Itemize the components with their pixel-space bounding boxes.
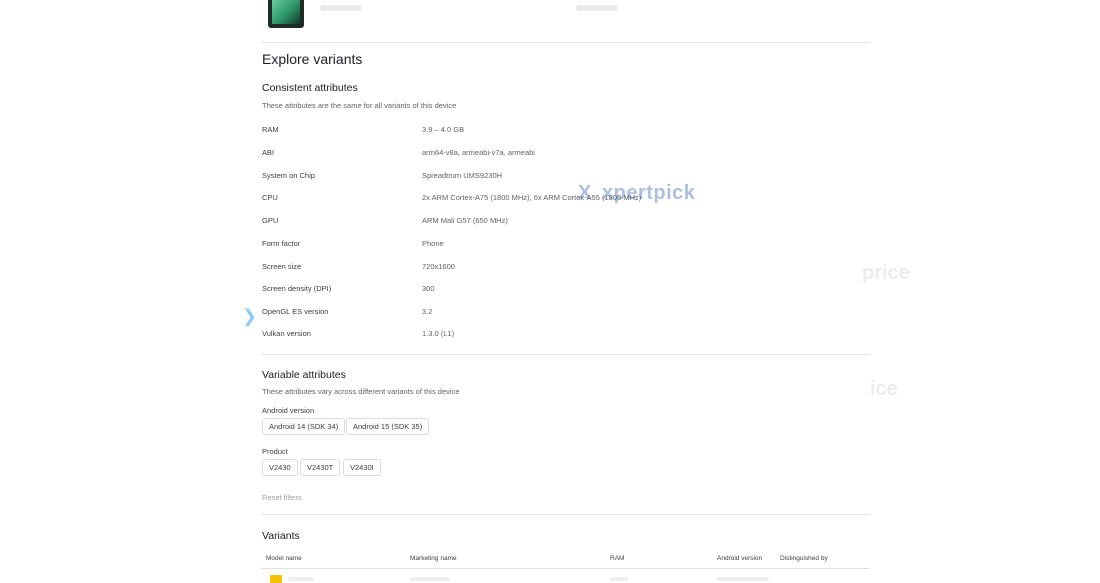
device-name-placeholder	[320, 5, 362, 11]
variant-row-placeholder	[410, 577, 450, 581]
table-header-divider	[262, 568, 870, 569]
attr-key: CPU	[262, 193, 278, 202]
attr-row-ram: RAM 3.9 – 4.0 GB	[262, 125, 862, 141]
device-screen-image	[272, 0, 300, 24]
attr-value: Spreadtrum UMS9230H	[422, 171, 503, 180]
device-thumbnail	[268, 0, 304, 28]
chevron-right-icon[interactable]: ❯	[242, 306, 257, 327]
chip-android-14[interactable]: Android 14 (SDK 34)	[262, 418, 346, 435]
attr-row-screen-size: Screen size 720x1600	[262, 262, 862, 278]
attr-row-form-factor: Form factor Phone	[262, 239, 862, 255]
column-header-marketing-name[interactable]: Marketing name	[410, 555, 457, 562]
watermark-ghost-ice: ice	[870, 378, 898, 400]
column-header-model-name[interactable]: Model name	[266, 555, 302, 562]
product-label: Product	[262, 447, 288, 456]
chip-product-v2430t[interactable]: V2430T	[300, 459, 341, 476]
chip-android-15[interactable]: Android 15 (SDK 35)	[346, 418, 430, 435]
attr-value: Phone	[422, 239, 444, 248]
watermark-ghost-price: price	[862, 262, 910, 284]
attr-row-abi: ABI arm64-v8a, armeabi-v7a, armeabi	[262, 148, 862, 164]
attr-value: 3.2	[422, 307, 433, 316]
attr-row-gpu: GPU ARM Mali G57 (650 MHz)	[262, 216, 862, 232]
variable-attributes-subtitle: These attributes vary across different v…	[262, 387, 460, 396]
attr-key: Vulkan version	[262, 329, 311, 338]
variant-row-placeholder	[717, 577, 769, 581]
variant-row-placeholder	[288, 577, 314, 581]
attr-value: 3.9 – 4.0 GB	[422, 125, 465, 134]
device-detail-placeholder	[576, 5, 618, 11]
column-header-android-version[interactable]: Android version	[717, 555, 762, 562]
attr-row-opengl: OpenGL ES version 3.2	[262, 307, 862, 323]
consistent-divider	[262, 354, 870, 355]
attr-key: ABI	[262, 148, 275, 157]
attr-row-screen-density: Screen density (DPI) 300	[262, 284, 862, 300]
attr-key: GPU	[262, 216, 279, 225]
attr-key: Screen density (DPI)	[262, 284, 332, 293]
attr-key: Screen size	[262, 262, 302, 271]
attr-row-soc: System on Chip Spreadtrum UMS9230H	[262, 171, 862, 187]
attr-value: 1.3.0 (L1)	[422, 329, 455, 338]
attr-row-cpu: CPU 2x ARM Cortex-A75 (1800 MHz), 6x ARM…	[262, 193, 862, 209]
variable-divider	[262, 514, 870, 515]
attr-value: ARM Mali G57 (650 MHz)	[422, 216, 508, 225]
chip-product-v2430[interactable]: V2430	[262, 459, 298, 476]
attr-key: OpenGL ES version	[262, 307, 329, 316]
android-version-label: Android version	[262, 406, 315, 415]
attr-key: Form factor	[262, 239, 301, 248]
top-divider	[262, 42, 870, 43]
consistent-attributes-subtitle: These attributes are the same for all va…	[262, 101, 457, 110]
variable-attributes-title: Variable attributes	[262, 369, 346, 381]
attr-value: arm64-v8a, armeabi-v7a, armeabi	[422, 148, 535, 157]
column-header-ram[interactable]: RAM	[610, 555, 624, 562]
reset-filters-button[interactable]: Reset filters	[262, 493, 302, 502]
variants-title: Variants	[262, 530, 300, 542]
attr-value: 720x1600	[422, 262, 455, 271]
explore-variants-title: Explore variants	[262, 51, 363, 67]
attr-value: 300	[422, 284, 435, 293]
column-header-distinguished-by[interactable]: Distinguished by	[780, 555, 828, 562]
watermark-text: xpertpick	[602, 182, 696, 204]
variant-row-placeholder	[610, 577, 628, 581]
attr-key: System on Chip	[262, 171, 315, 180]
consistent-attributes-title: Consistent attributes	[262, 82, 358, 94]
attr-row-vulkan: Vulkan version 1.3.0 (L1)	[262, 329, 862, 345]
chip-product-v2430i[interactable]: V2430I	[343, 459, 381, 476]
attr-key: RAM	[262, 125, 279, 134]
variant-row-icon	[270, 575, 282, 583]
watermark-logo-icon: X	[578, 182, 592, 204]
